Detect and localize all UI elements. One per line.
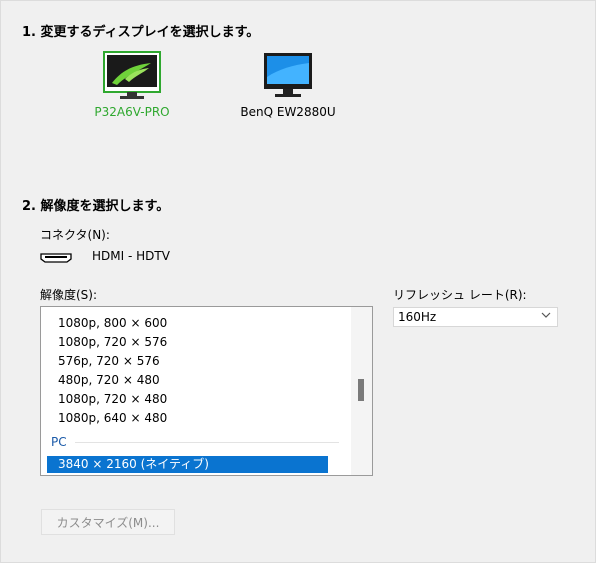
step1-heading: 1. 変更するディスプレイを選択します。 [22,25,260,40]
list-item[interactable]: 1080p, 720 × 576 [58,333,167,351]
refresh-rate-select[interactable]: 160Hz [393,307,558,327]
display-p32a6v-pro[interactable]: P32A6V-PRO [67,51,197,119]
group-divider [75,442,339,443]
hdmi-icon [40,252,72,266]
display-label: P32A6V-PRO [94,105,170,119]
display-label: BenQ EW2880U [240,105,336,119]
refresh-rate-label: リフレッシュ レート(R): [393,288,527,302]
connector-value: HDMI - HDTV [92,249,170,263]
list-group-header: PC [51,435,67,449]
list-item[interactable]: 480p, 720 × 480 [58,371,160,389]
step2-heading: 2. 解像度を選択します。 [22,199,170,214]
list-item-selected[interactable]: 3840 × 2160 (ネイティブ) [47,456,328,473]
display-resolution-panel: 1. 変更するディスプレイを選択します。 P32A6V-PRO BenQ EW2… [0,0,596,563]
scrollbar-thumb[interactable] [358,379,364,401]
list-item[interactable]: 1080p, 720 × 480 [58,390,167,408]
resolution-listbox[interactable]: 1080p, 800 × 600 1080p, 720 × 576 576p, … [40,306,373,476]
resolution-label: 解像度(S): [40,288,98,302]
customize-button[interactable]: カスタマイズ(M)... [41,509,175,535]
list-item[interactable]: 1080p, 800 × 600 [58,314,167,332]
list-item[interactable]: 576p, 720 × 576 [58,352,160,370]
display-benq-ew2880u[interactable]: BenQ EW2880U [223,51,353,119]
monitor-icon [259,51,317,101]
refresh-rate-value: 160Hz [398,310,437,324]
monitor-selected-icon [103,51,161,101]
list-item[interactable]: 1080p, 640 × 480 [58,409,167,427]
chevron-down-icon [541,311,551,322]
connector-label: コネクタ(N): [40,228,110,242]
scrollbar[interactable] [351,307,372,475]
